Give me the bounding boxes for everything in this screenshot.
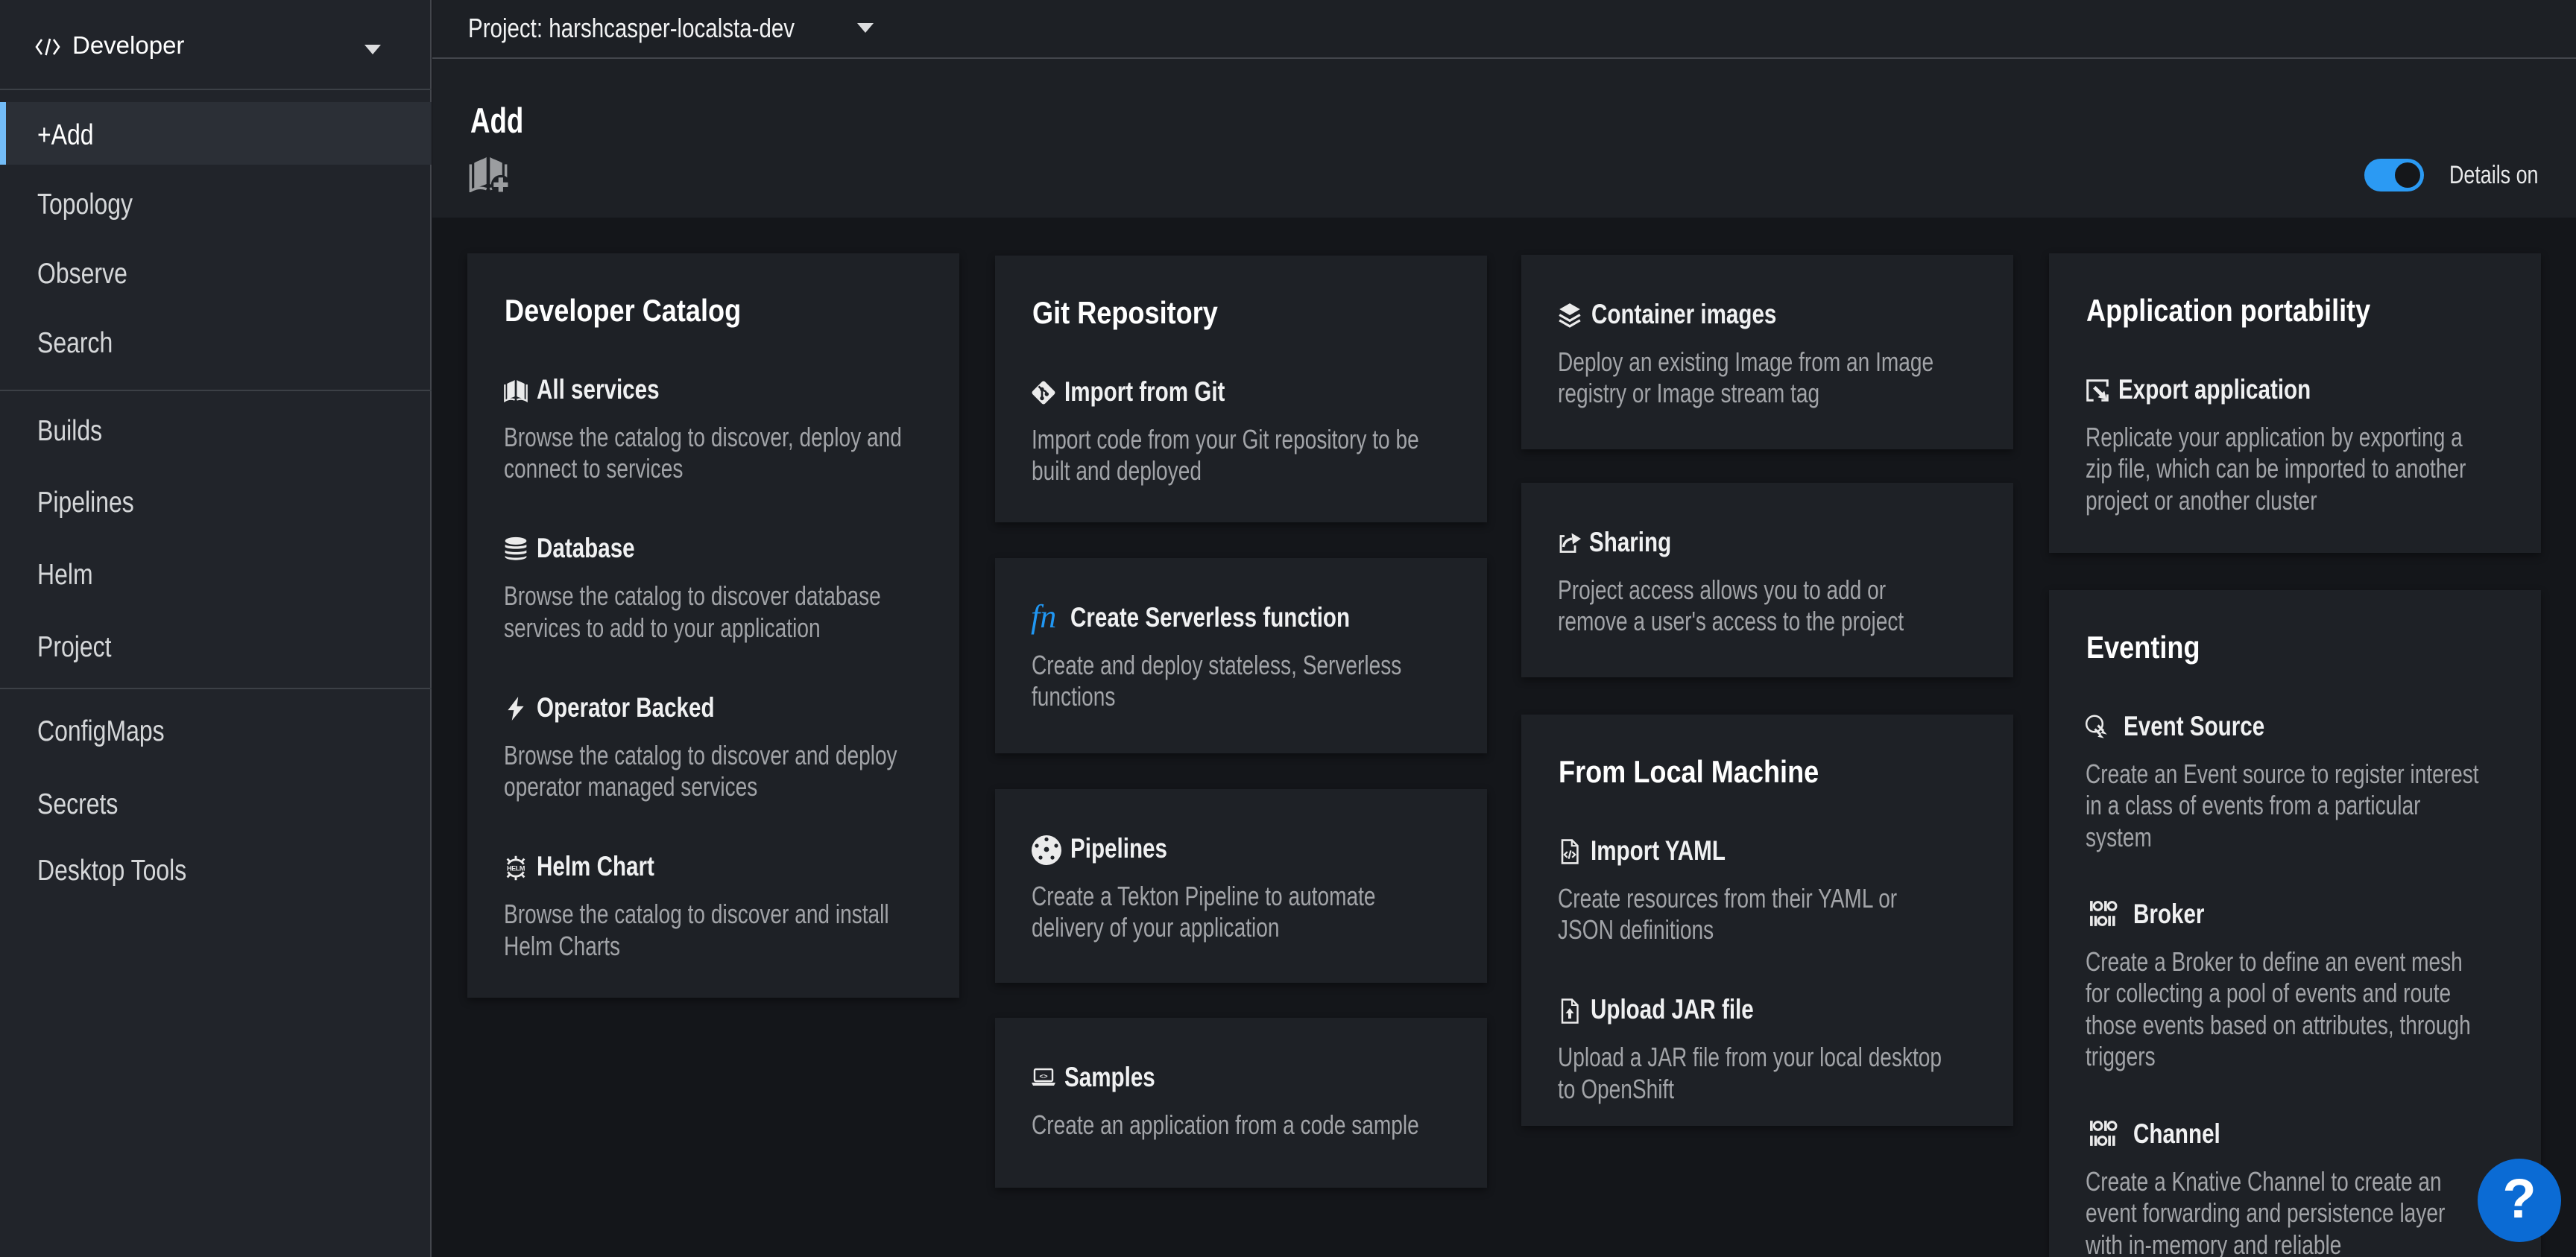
svg-text:<>: <> [1039,1073,1048,1081]
svg-text:HELM: HELM [507,864,525,872]
svg-text:fn: fn [1031,601,1056,635]
